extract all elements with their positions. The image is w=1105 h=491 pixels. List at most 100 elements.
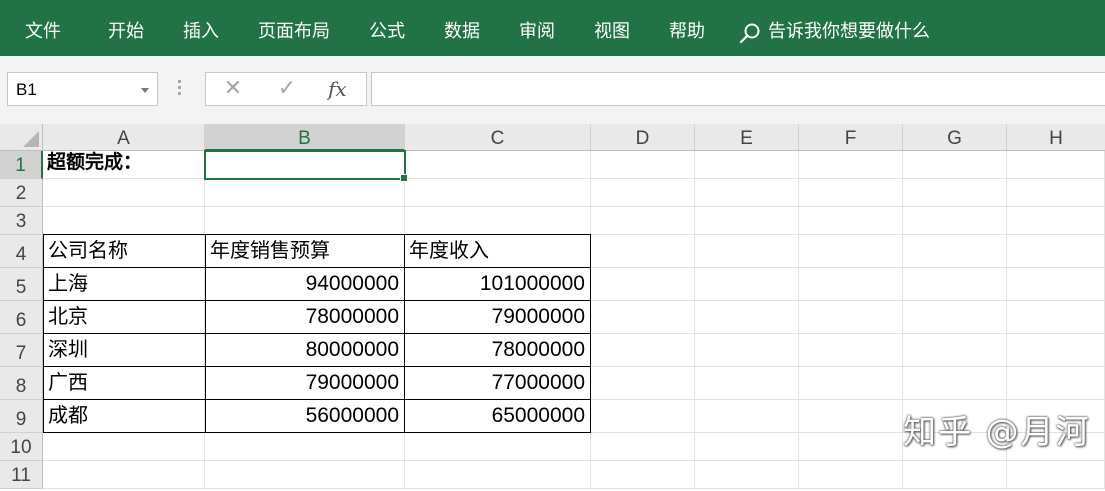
grid-cell[interactable] [205, 179, 405, 207]
cell-c6[interactable]: 79000000 [405, 301, 591, 334]
grid-cell[interactable] [1007, 268, 1105, 301]
row-header-3[interactable]: 3 [0, 207, 43, 235]
grid-cell[interactable] [43, 461, 205, 489]
cell-b6[interactable]: 78000000 [206, 301, 405, 334]
tab-home[interactable]: 开始 [108, 0, 144, 56]
grid-cell[interactable] [903, 334, 1007, 367]
grid-cell[interactable] [695, 433, 799, 461]
grid-cell[interactable] [695, 235, 799, 268]
grid-cell[interactable] [405, 179, 591, 207]
grid-cell[interactable] [799, 179, 903, 207]
grid-cell[interactable] [591, 301, 695, 334]
grid-cell[interactable] [695, 367, 799, 400]
insert-function-button[interactable]: fx [328, 73, 347, 105]
grid-cell[interactable] [591, 334, 695, 367]
grid-cell[interactable] [205, 461, 405, 489]
grid-cell[interactable] [43, 179, 205, 207]
grid-cell[interactable] [695, 151, 799, 179]
column-header-h[interactable]: H [1007, 124, 1105, 151]
grid-cell[interactable] [405, 461, 591, 489]
grid-cell[interactable] [695, 207, 799, 235]
tab-file[interactable]: 文件 [25, 0, 61, 56]
grid-cell[interactable] [43, 433, 205, 461]
cell-a1[interactable]: 超额完成： [43, 151, 205, 179]
grid-cell[interactable] [205, 207, 405, 235]
cell-a5[interactable]: 上海 [43, 268, 206, 301]
grid-cell[interactable] [903, 301, 1007, 334]
drag-handle-icon[interactable] [177, 80, 183, 98]
grid-cell[interactable] [1007, 151, 1105, 179]
cell-a8[interactable]: 广西 [43, 367, 206, 400]
column-header-f[interactable]: F [799, 124, 903, 151]
cell-b7[interactable]: 80000000 [206, 334, 405, 367]
row-header-7[interactable]: 7 [0, 334, 43, 367]
row-header-9[interactable]: 9 [0, 400, 43, 433]
grid-cell[interactable] [903, 461, 1007, 489]
grid-cell[interactable] [799, 334, 903, 367]
grid-cell[interactable] [591, 151, 695, 179]
column-header-b[interactable]: B [205, 124, 405, 151]
chevron-down-icon[interactable] [141, 88, 149, 93]
cell-b5[interactable]: 94000000 [206, 268, 405, 301]
grid-cell[interactable] [591, 268, 695, 301]
row-header-10[interactable]: 10 [0, 433, 43, 461]
row-header-5[interactable]: 5 [0, 268, 43, 301]
grid-cell[interactable] [799, 151, 903, 179]
grid-cell[interactable] [1007, 207, 1105, 235]
select-all-button[interactable] [0, 124, 43, 151]
tab-page-layout[interactable]: 页面布局 [258, 0, 330, 56]
tab-view[interactable]: 视图 [594, 0, 630, 56]
grid-cell[interactable] [591, 367, 695, 400]
cancel-icon[interactable]: ✕ [218, 73, 248, 105]
grid-cell[interactable] [799, 433, 903, 461]
grid-cell[interactable] [405, 151, 591, 179]
grid-cell[interactable] [591, 207, 695, 235]
column-header-e[interactable]: E [695, 124, 799, 151]
grid-cell[interactable] [591, 179, 695, 207]
row-header-1[interactable]: 1 [0, 151, 43, 179]
row-header-6[interactable]: 6 [0, 301, 43, 334]
formula-input[interactable] [371, 72, 1105, 106]
tab-help[interactable]: 帮助 [669, 0, 705, 56]
name-box[interactable]: B1 [7, 72, 158, 106]
grid-cell[interactable] [695, 268, 799, 301]
row-header-2[interactable]: 2 [0, 179, 43, 207]
grid-cell[interactable] [1007, 179, 1105, 207]
grid-cell[interactable] [591, 433, 695, 461]
cell-c4[interactable]: 年度收入 [405, 234, 591, 268]
grid-cell[interactable] [591, 461, 695, 489]
grid-cell[interactable] [1007, 235, 1105, 268]
tab-insert[interactable]: 插入 [183, 0, 219, 56]
grid-cell[interactable] [695, 461, 799, 489]
tab-review[interactable]: 审阅 [519, 0, 555, 56]
tab-data[interactable]: 数据 [444, 0, 480, 56]
cell-a6[interactable]: 北京 [43, 301, 206, 334]
grid-cell[interactable] [591, 400, 695, 433]
cell-a7[interactable]: 深圳 [43, 334, 206, 367]
grid-cell[interactable] [799, 235, 903, 268]
grid-cell[interactable] [799, 400, 903, 433]
grid-cell[interactable] [799, 367, 903, 400]
row-header-8[interactable]: 8 [0, 367, 43, 400]
grid-cell[interactable] [695, 334, 799, 367]
grid-cell[interactable] [695, 179, 799, 207]
column-header-d[interactable]: D [591, 124, 695, 151]
grid-cell[interactable] [799, 301, 903, 334]
column-header-g[interactable]: G [903, 124, 1007, 151]
grid-cell[interactable] [43, 207, 205, 235]
grid-cell[interactable] [695, 301, 799, 334]
grid-cell[interactable] [903, 268, 1007, 301]
active-cell-selection[interactable] [204, 150, 408, 182]
grid-cell[interactable] [1007, 334, 1105, 367]
enter-icon[interactable]: ✓ [272, 73, 302, 105]
fill-handle[interactable] [400, 174, 408, 182]
cell-c8[interactable]: 77000000 [405, 367, 591, 400]
grid-cell[interactable] [405, 207, 591, 235]
grid-cell[interactable] [695, 400, 799, 433]
grid-cell[interactable] [205, 433, 405, 461]
cell-c9[interactable]: 65000000 [405, 400, 591, 433]
grid-cell[interactable] [405, 433, 591, 461]
grid-cell[interactable] [1007, 367, 1105, 400]
cell-b8[interactable]: 79000000 [206, 367, 405, 400]
grid-cell[interactable] [591, 235, 695, 268]
